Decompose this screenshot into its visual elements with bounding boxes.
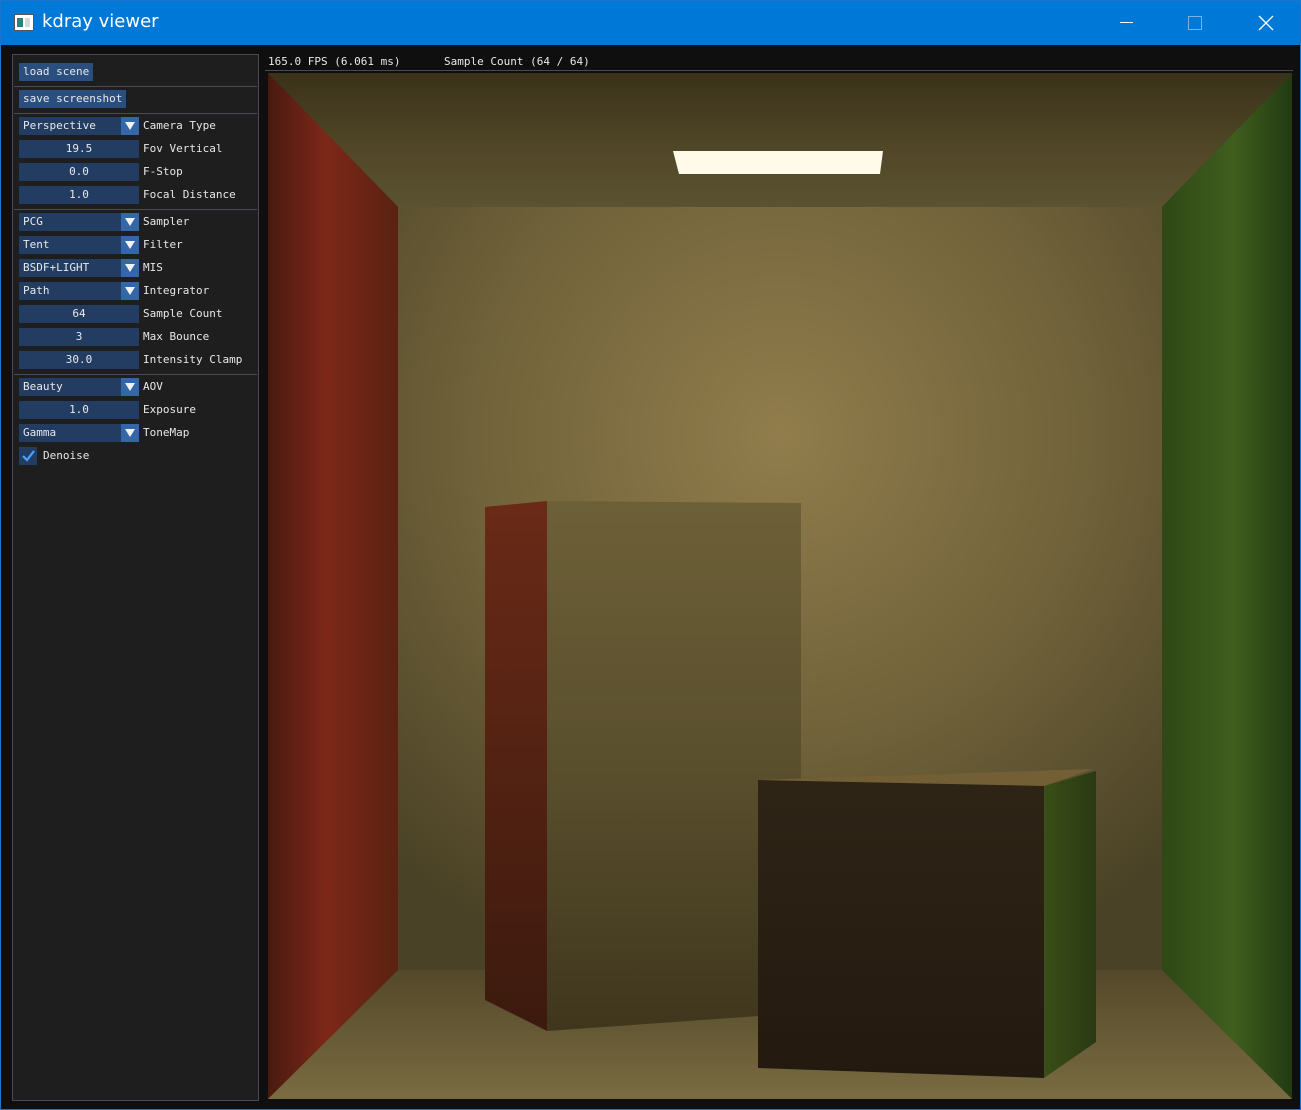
max-bounce-label: Max Bounce [143, 330, 210, 343]
aov-combo[interactable]: Beauty [19, 378, 139, 396]
combo-value: BSDF+LIGHT [23, 261, 90, 274]
exposure-row: 1.0 Exposure [19, 401, 255, 419]
left-wall [268, 73, 398, 1099]
mis-label: MIS [143, 261, 163, 274]
chevron-down-icon[interactable] [121, 236, 139, 254]
denoise-checkbox[interactable] [19, 447, 37, 465]
settings-panel: load scene save screenshot Perspective C… [12, 54, 259, 1101]
integrator-row: Path Integrator [19, 282, 255, 300]
separator [14, 374, 257, 375]
chevron-down-icon[interactable] [121, 424, 139, 442]
filter-label: Filter [143, 238, 183, 251]
f-stop-label: F-Stop [143, 165, 183, 178]
close-button[interactable] [1243, 1, 1289, 45]
combo-value: PCG [23, 215, 43, 228]
camera-type-combo[interactable]: Perspective [19, 117, 139, 135]
window-title: kdray viewer [42, 11, 159, 32]
maximize-button[interactable] [1172, 1, 1218, 45]
camera-type-row: Perspective Camera Type [19, 117, 255, 135]
client-area: load scene save screenshot Perspective C… [3, 46, 1300, 1108]
separator [14, 86, 257, 87]
intensity-clamp-row: 30.0 Intensity Clamp [19, 351, 255, 369]
close-icon [1258, 15, 1274, 31]
integrator-label: Integrator [143, 284, 210, 297]
chevron-down-icon[interactable] [121, 117, 139, 135]
combo-value: Beauty [23, 380, 63, 393]
exposure-input[interactable]: 1.0 [19, 401, 139, 419]
max-bounce-row: 3 Max Bounce [19, 328, 255, 346]
max-bounce-input[interactable]: 3 [19, 328, 139, 346]
load-scene-button[interactable]: load scene [19, 63, 94, 81]
filter-row: Tent Filter [19, 236, 255, 254]
chevron-down-icon[interactable] [121, 378, 139, 396]
tonemap-label: ToneMap [143, 426, 190, 439]
fov-vertical-row: 19.5 Fov Vertical [19, 140, 255, 158]
mis-combo[interactable]: BSDF+LIGHT [19, 259, 139, 277]
sample-count-input[interactable]: 64 [19, 305, 139, 323]
right-wall [1162, 73, 1292, 1099]
save-screenshot-button[interactable]: save screenshot [19, 90, 127, 108]
f-stop-row: 0.0 F-Stop [19, 163, 255, 181]
ceiling-light [673, 151, 883, 174]
f-stop-input[interactable]: 0.0 [19, 163, 139, 181]
combo-value: Tent [23, 238, 50, 251]
fov-vertical-input[interactable]: 19.5 [19, 140, 139, 158]
sample-count-row: 64 Sample Count [19, 305, 255, 323]
focal-distance-label: Focal Distance [143, 188, 236, 201]
sample-count-readout: Sample Count (64 / 64) [444, 55, 590, 68]
sample-count-label: Sample Count [143, 307, 223, 320]
integrator-combo[interactable]: Path [19, 282, 139, 300]
tonemap-row: Gamma ToneMap [19, 424, 255, 442]
focal-distance-row: 1.0 Focal Distance [19, 186, 255, 204]
chevron-down-icon[interactable] [121, 259, 139, 277]
sampler-label: Sampler [143, 215, 190, 228]
fov-vertical-label: Fov Vertical [143, 142, 223, 155]
camera-type-label: Camera Type [143, 119, 216, 132]
mis-row: BSDF+LIGHT MIS [19, 259, 255, 277]
denoise-row: Denoise [19, 447, 255, 465]
stats-bar: 165.0 FPS (6.061 ms) Sample Count (64 / … [265, 54, 1296, 70]
short-box-side [1044, 771, 1096, 1078]
aov-label: AOV [143, 380, 163, 393]
tall-box-side [485, 501, 547, 1031]
app-icon [14, 14, 34, 31]
title-bar[interactable]: kdray viewer [1, 1, 1300, 45]
app-window: kdray viewer load scene save screenshot … [0, 0, 1301, 1110]
denoise-label: Denoise [43, 449, 90, 462]
focal-distance-input[interactable]: 1.0 [19, 186, 139, 204]
ceiling [268, 73, 1292, 207]
exposure-label: Exposure [143, 403, 196, 416]
combo-value: Path [23, 284, 50, 297]
intensity-clamp-input[interactable]: 30.0 [19, 351, 139, 369]
sampler-combo[interactable]: PCG [19, 213, 139, 231]
short-box-front [758, 780, 1044, 1078]
combo-value: Perspective [23, 119, 96, 132]
viewport-panel: 165.0 FPS (6.061 ms) Sample Count (64 / … [265, 54, 1296, 1103]
separator [265, 70, 1293, 71]
separator [14, 113, 257, 114]
fps-readout: 165.0 FPS (6.061 ms) [268, 55, 401, 68]
render-viewport[interactable] [268, 73, 1292, 1099]
tonemap-combo[interactable]: Gamma [19, 424, 139, 442]
sampler-row: PCG Sampler [19, 213, 255, 231]
intensity-clamp-label: Intensity Clamp [143, 353, 243, 366]
chevron-down-icon[interactable] [121, 282, 139, 300]
combo-value: Gamma [23, 426, 57, 439]
separator [14, 209, 257, 210]
aov-row: Beauty AOV [19, 378, 255, 396]
checkmark-icon [22, 450, 35, 462]
chevron-down-icon[interactable] [121, 213, 139, 231]
minimize-button[interactable] [1103, 1, 1149, 45]
cornell-box-render [268, 73, 1292, 1099]
filter-combo[interactable]: Tent [19, 236, 139, 254]
